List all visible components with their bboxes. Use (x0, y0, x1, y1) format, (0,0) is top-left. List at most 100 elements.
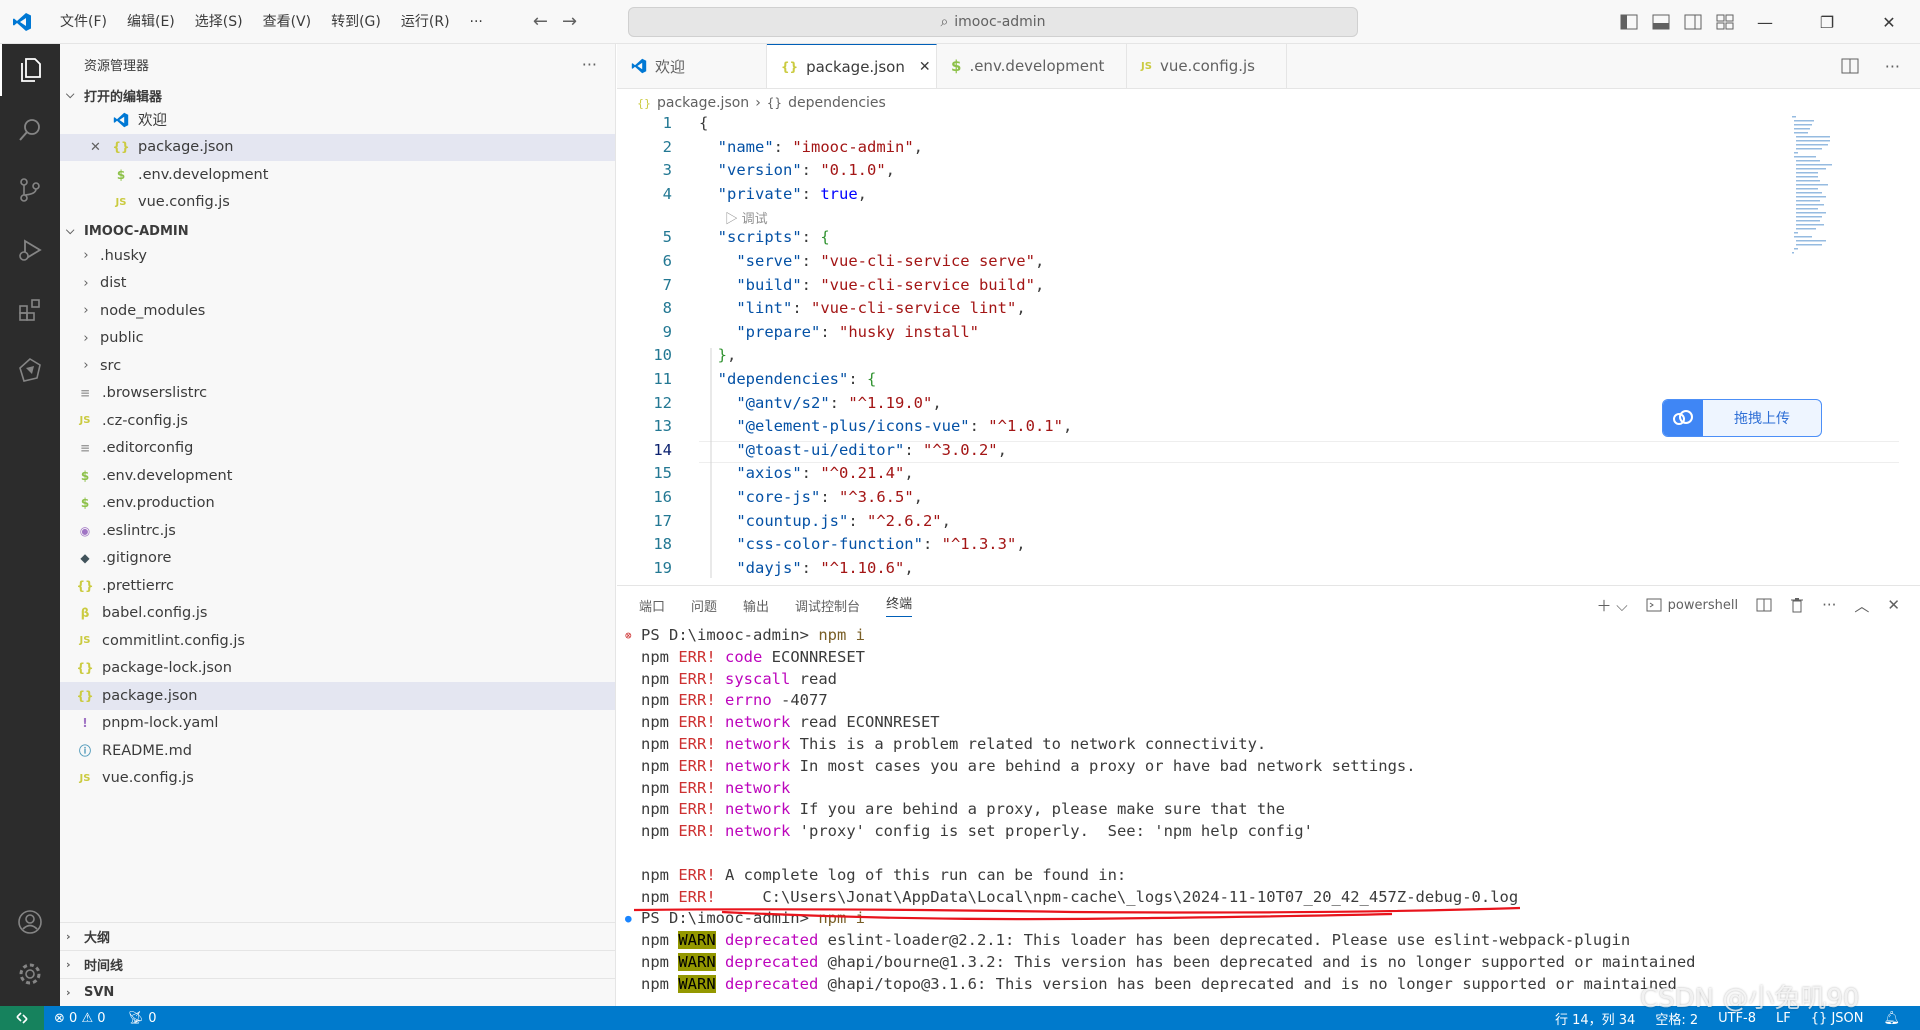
toggle-secondary-sidebar-icon[interactable] (1684, 14, 1702, 30)
ports-indicator[interactable]: 📡︎ 0 (128, 1011, 157, 1026)
file-item[interactable]: ≡ .editorconfig (60, 435, 615, 463)
trash-icon[interactable] (1790, 597, 1804, 613)
file-item[interactable]: ! pnpm-lock.yaml (60, 710, 615, 738)
bell-icon[interactable]: 🔔︎ (1883, 1011, 1900, 1026)
tab-output[interactable]: 输出 (743, 596, 769, 615)
command-marker-icon[interactable]: ● (625, 912, 632, 925)
settings-gear-icon[interactable] (0, 948, 60, 1000)
cursor-position[interactable]: 行 14，列 34 (1555, 1009, 1635, 1028)
explorer-icon[interactable] (0, 44, 60, 96)
file-item[interactable]: β babel.config.js (60, 600, 615, 628)
tab-env-development[interactable]: $ .env.development (937, 44, 1127, 88)
file-label: package-lock.json (102, 660, 232, 677)
command-center-search[interactable]: ⌕ imooc-admin (628, 7, 1358, 37)
tab-package-json[interactable]: {} package.json ✕ (767, 44, 937, 88)
remote-explorer-icon[interactable] (0, 344, 60, 396)
debug-codelens[interactable]: ▷ 调试 (725, 208, 768, 227)
terminal-shell-selector[interactable]: powershell (1646, 598, 1738, 613)
file-item[interactable]: {} package.json (60, 682, 615, 710)
code-line: { (699, 114, 709, 132)
error-marker-icon[interactable]: ⊗ (625, 629, 632, 642)
folder-item[interactable]: › src (60, 352, 615, 380)
breadcrumb-item[interactable]: dependencies (788, 95, 886, 111)
search-icon[interactable] (0, 104, 60, 156)
file-item[interactable]: {} package-lock.json (60, 655, 615, 683)
remote-icon[interactable] (0, 1006, 44, 1030)
file-item[interactable]: $ .env.production (60, 490, 615, 518)
source-control-icon[interactable] (0, 164, 60, 216)
close-window-icon[interactable]: ✕ (1858, 0, 1920, 44)
terminal-output[interactable]: ⊗ PS D:\imooc-admin> npm i npm ERR! code E… (617, 626, 1920, 1006)
menu-view[interactable]: 查看(V) (253, 0, 322, 44)
account-icon[interactable] (0, 896, 60, 948)
menu-more[interactable]: ··· (460, 0, 493, 44)
minimize-icon[interactable]: — (1734, 0, 1796, 44)
back-arrow-icon[interactable]: ← (533, 11, 548, 32)
file-item[interactable]: ⓘ README.md (60, 737, 615, 765)
folder-item[interactable]: › public (60, 325, 615, 353)
more-actions-icon[interactable]: ··· (582, 55, 597, 74)
forward-arrow-icon[interactable]: → (562, 11, 577, 32)
code-line: "dayjs": "^1.10.6", (736, 558, 914, 577)
svn-section[interactable]: › SVN (60, 978, 615, 1006)
outline-section[interactable]: › 大纲 (60, 922, 615, 950)
tab-problems[interactable]: 问题 (691, 596, 717, 615)
menu-selection[interactable]: 选择(S) (185, 0, 253, 44)
toggle-sidebar-icon[interactable] (1620, 14, 1638, 30)
customize-layout-icon[interactable] (1716, 14, 1734, 30)
maximize-panel-icon[interactable]: ︿ (1854, 595, 1869, 616)
file-item[interactable]: ◆ .gitignore (60, 545, 615, 573)
open-editor-item[interactable]: 欢迎 (60, 106, 615, 134)
file-item[interactable]: $ .env.development (60, 462, 615, 490)
file-label: README.md (102, 742, 192, 759)
project-section[interactable]: ⌵ IMOOC-ADMIN (60, 220, 615, 242)
minimap[interactable] (1790, 114, 1840, 274)
breadcrumb-item[interactable]: package.json (657, 95, 749, 111)
toggle-panel-icon[interactable] (1652, 14, 1670, 30)
drag-upload-widget[interactable]: 拖拽上传 (1662, 399, 1822, 437)
file-item[interactable]: JS vue.config.js (60, 765, 615, 793)
file-item[interactable]: ◉ .eslintrc.js (60, 517, 615, 545)
open-editors-section[interactable]: ⌵ 打开的编辑器 (60, 84, 615, 106)
close-icon[interactable]: ✕ (90, 140, 110, 155)
menu-run[interactable]: 运行(R) (391, 0, 460, 44)
open-editor-item[interactable]: JS vue.config.js (60, 189, 615, 217)
upload-label: 拖拽上传 (1734, 411, 1790, 427)
code-editor[interactable]: 1 {2 "name": "imooc-admin", 3 "version": "… (617, 114, 1920, 584)
restore-icon[interactable]: ❐ (1796, 0, 1858, 44)
new-terminal-icon[interactable]: ＋ ⌵ (1597, 595, 1628, 616)
tab-debug-console[interactable]: 调试控制台 (795, 596, 860, 615)
timeline-section[interactable]: › 时间线 (60, 950, 615, 978)
folder-item[interactable]: › node_modules (60, 297, 615, 325)
more-actions-icon[interactable]: ··· (1822, 596, 1836, 614)
more-actions-icon[interactable]: ··· (1885, 57, 1900, 76)
terminal-line: npm WARN deprecated eslint-loader@2.2.1:… (641, 931, 1631, 950)
cloud-icon (1663, 400, 1703, 436)
close-panel-icon[interactable]: ✕ (1887, 596, 1900, 614)
code-line: "build": "vue-cli-service build", (736, 275, 1045, 294)
code-line: "axios": "^0.21.4", (736, 464, 914, 483)
file-item[interactable]: JS commitlint.config.js (60, 627, 615, 655)
menu-edit[interactable]: 编辑(E) (117, 0, 185, 44)
menu-go[interactable]: 转到(G) (321, 0, 391, 44)
extensions-icon[interactable] (0, 284, 60, 336)
line-number: 3 (662, 161, 672, 180)
file-item[interactable]: JS .cz-config.js (60, 407, 615, 435)
tab-welcome[interactable]: 欢迎 (617, 44, 767, 88)
close-tab-icon[interactable]: ✕ (919, 59, 931, 75)
menu-file[interactable]: 文件(F) (50, 0, 117, 44)
open-editor-item[interactable]: $ .env.development (60, 161, 615, 189)
folder-item[interactable]: › dist (60, 270, 615, 298)
file-item[interactable]: {} .prettierrc (60, 572, 615, 600)
problems-indicator[interactable]: ⊗ 0 ⚠ 0 (54, 1011, 106, 1026)
tab-vue-config[interactable]: JS vue.config.js (1127, 44, 1287, 88)
split-editor-icon[interactable] (1841, 58, 1859, 74)
file-item[interactable]: ≡ .browserslistrc (60, 380, 615, 408)
terminal-line: npm ERR! network 'proxy' config is set p… (641, 822, 1313, 841)
folder-item[interactable]: › .husky (60, 242, 615, 270)
tab-ports[interactable]: 端口 (639, 596, 665, 615)
split-terminal-icon[interactable] (1756, 598, 1772, 612)
run-debug-icon[interactable] (0, 224, 60, 276)
open-editor-item[interactable]: ✕ {} package.json (60, 133, 615, 161)
tab-terminal[interactable]: 终端 (886, 593, 913, 617)
